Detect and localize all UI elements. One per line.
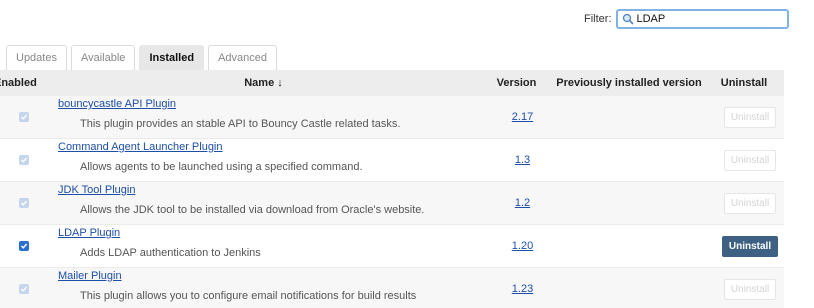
table-row: LDAP Plugin Adds LDAP authentication to … — [0, 225, 784, 268]
version-cell: 2.17 — [491, 96, 554, 138]
table-row: Mailer Plugin This plugin allows you to … — [0, 268, 784, 308]
enabled-checkbox — [19, 112, 29, 122]
version-cell: 1.20 — [491, 225, 554, 267]
tab-bar: Updates Available Installed Advanced — [6, 45, 277, 70]
tab-advanced[interactable]: Advanced — [208, 45, 277, 70]
tab-updates[interactable]: Updates — [6, 45, 67, 70]
name-cell: LDAP Plugin Adds LDAP authentication to … — [48, 225, 491, 267]
uninstall-button[interactable]: Uninstall — [723, 149, 777, 171]
version-cell: 1.2 — [491, 182, 554, 224]
previous-version-cell — [554, 139, 716, 181]
version-link[interactable]: 2.17 — [512, 111, 533, 123]
enabled-cell — [0, 268, 48, 308]
uninstall-button[interactable]: Uninstall — [723, 192, 777, 214]
plugin-description: Allows the JDK tool to be installed via … — [80, 204, 425, 216]
uninstall-button[interactable]: Uninstall — [723, 106, 777, 128]
previous-version-cell — [554, 268, 716, 308]
table-row: Command Agent Launcher Plugin Allows age… — [0, 139, 784, 182]
version-link[interactable]: 1.2 — [515, 197, 530, 209]
previous-version-cell — [554, 182, 716, 224]
plugin-description: Adds LDAP authentication to Jenkins — [80, 247, 261, 259]
uninstall-cell: Uninstall — [716, 225, 784, 267]
tab-installed[interactable]: Installed — [139, 45, 205, 70]
filter-row: Filter: — [584, 9, 789, 29]
uninstall-cell: Uninstall — [716, 268, 784, 308]
plugin-name-link[interactable]: Command Agent Launcher Plugin — [58, 141, 223, 153]
uninstall-button[interactable]: Uninstall — [723, 278, 777, 300]
plugin-name-link[interactable]: bouncycastle API Plugin — [58, 98, 176, 110]
name-cell: Mailer Plugin This plugin allows you to … — [48, 268, 491, 308]
table-row: bouncycastle API Plugin This plugin prov… — [0, 96, 784, 139]
plugin-name-link[interactable]: JDK Tool Plugin — [58, 184, 135, 196]
plugin-description: This plugin provides an stable API to Bo… — [80, 118, 401, 130]
enabled-checkbox — [19, 198, 29, 208]
header-enabled: Enabled — [0, 77, 37, 89]
search-icon — [621, 12, 635, 26]
uninstall-cell: Uninstall — [716, 96, 784, 138]
header-previous-version[interactable]: Previously installed version — [548, 77, 710, 89]
version-cell: 1.23 — [491, 268, 554, 308]
previous-version-cell — [554, 96, 716, 138]
uninstall-cell: Uninstall — [716, 139, 784, 181]
name-cell: JDK Tool Plugin Allows the JDK tool to b… — [48, 182, 491, 224]
filter-field[interactable] — [615, 9, 789, 29]
header-uninstall: Uninstall — [720, 77, 768, 89]
enabled-cell — [0, 225, 48, 267]
plugin-name-link[interactable]: Mailer Plugin — [58, 270, 122, 282]
version-link[interactable]: 1.3 — [515, 154, 530, 166]
enabled-cell — [0, 96, 48, 138]
header-version[interactable]: Version — [485, 77, 548, 89]
plugin-name-link[interactable]: LDAP Plugin — [58, 227, 120, 239]
filter-input[interactable] — [634, 11, 779, 27]
table-row: JDK Tool Plugin Allows the JDK tool to b… — [0, 182, 784, 225]
version-link[interactable]: 1.20 — [512, 240, 533, 252]
uninstall-cell: Uninstall — [716, 182, 784, 224]
filter-label: Filter: — [584, 13, 612, 25]
plugin-table: Enabled Name ↓ Version Previously instal… — [0, 70, 784, 308]
name-cell: Command Agent Launcher Plugin Allows age… — [48, 139, 491, 181]
enabled-checkbox — [19, 284, 29, 294]
plugin-manager: Filter: Updates Available Installed Adva… — [0, 0, 814, 308]
uninstall-button[interactable]: Uninstall — [721, 235, 779, 257]
previous-version-cell — [554, 225, 716, 267]
plugin-description: Allows agents to be launched using a spe… — [80, 161, 363, 173]
enabled-cell — [0, 182, 48, 224]
name-cell: bouncycastle API Plugin This plugin prov… — [48, 96, 491, 138]
plugin-description: This plugin allows you to configure emai… — [80, 290, 417, 302]
enabled-checkbox — [19, 155, 29, 165]
tab-available[interactable]: Available — [70, 45, 136, 70]
table-header: Enabled Name ↓ Version Previously instal… — [0, 70, 784, 96]
header-name[interactable]: Name ↓ — [42, 77, 485, 89]
enabled-checkbox[interactable] — [19, 241, 29, 251]
enabled-cell — [0, 139, 48, 181]
version-cell: 1.3 — [491, 139, 554, 181]
version-link[interactable]: 1.23 — [512, 283, 533, 295]
